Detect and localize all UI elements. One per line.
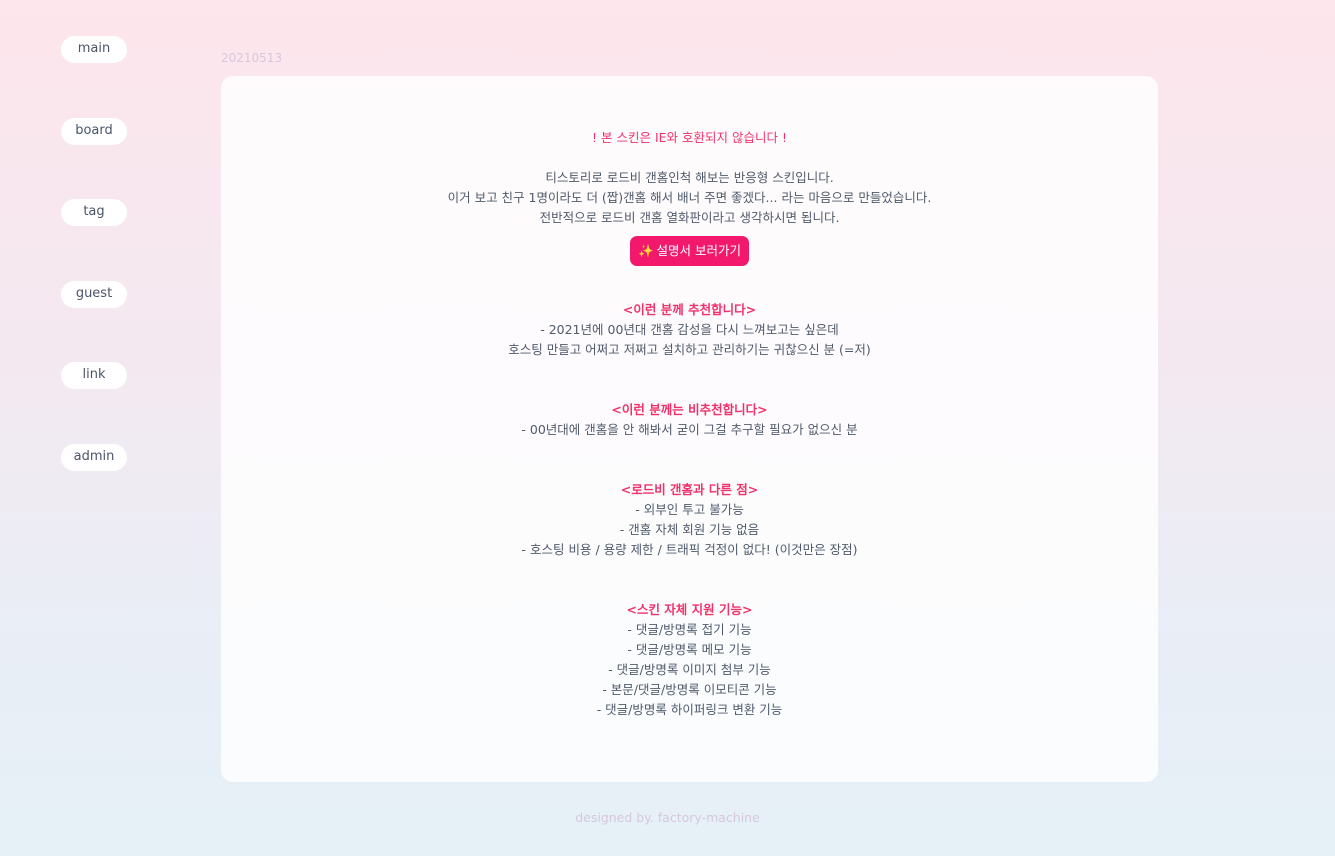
section-line: - 댓글/방명록 접기 기능 xyxy=(627,622,752,637)
section-title: <스킨 자체 지원 기능> xyxy=(626,602,753,617)
ie-warning: ! 본 스킨은 IE와 호환되지 않습니다 ! xyxy=(592,130,787,145)
section-recommend: <이런 분께 추천합니다> - 2021년에 00년대 갠홈 감성을 다시 느껴… xyxy=(221,300,1158,360)
sidebar-nav: main board tag guest link admin xyxy=(61,36,127,525)
intro-line: 전반적으로 로드비 갠홈 열화판이라고 생각하시면 됩니다. xyxy=(539,210,840,225)
section-features: <스킨 자체 지원 기능> - 댓글/방명록 접기 기능 - 댓글/방명록 메모… xyxy=(221,600,1158,720)
section-line: - 본문/댓글/방명록 이모티콘 기능 xyxy=(602,682,777,697)
nav-item-board[interactable]: board xyxy=(61,117,127,145)
section-line: - 갠홈 자체 회원 기능 없음 xyxy=(619,522,760,537)
section-not-recommend: <이런 분께는 비추천합니다> - 00년대에 갠홈을 안 해봐서 굳이 그걸 … xyxy=(221,400,1158,440)
section-line: - 호스팅 비용 / 용량 제한 / 트래픽 걱정이 없다! (이것만은 장점) xyxy=(521,542,858,557)
section-title: <이런 분께는 비추천합니다> xyxy=(611,402,768,417)
section-line: - 댓글/방명록 이미지 첨부 기능 xyxy=(608,662,771,677)
footer-credit: designed by. factory-machine xyxy=(575,810,760,825)
sparkles-icon: ✨ xyxy=(637,243,654,258)
section-line: - 00년대에 갠홈을 안 해봐서 굳이 그걸 추구할 필요가 없으신 분 xyxy=(521,422,858,437)
intro-line: 티스토리로 로드비 갠홈인척 해보는 반응형 스킨입니다. xyxy=(545,170,834,185)
section-title: <로드비 갠홈과 다른 점> xyxy=(620,482,759,497)
section-line: - 댓글/방명록 메모 기능 xyxy=(627,642,752,657)
section-line: - 2021년에 00년대 갠홈 감성을 다시 느껴보고는 싶은데 xyxy=(540,322,839,337)
manual-button-label: 설명서 보러가기 xyxy=(656,243,742,258)
section-line: 호스팅 만들고 어쩌고 저쩌고 설치하고 관리하기는 귀찮으신 분 (=저) xyxy=(508,342,871,357)
nav-item-guest[interactable]: guest xyxy=(61,280,127,308)
nav-item-admin[interactable]: admin xyxy=(61,443,127,471)
intro-line: 이거 보고 친구 1명이라도 더 (짭)갠홈 해서 배너 주면 좋겠다... 라… xyxy=(447,190,932,205)
section-line: - 외부인 투고 불가능 xyxy=(635,502,744,517)
nav-item-main[interactable]: main xyxy=(61,36,127,63)
manual-button[interactable]: ✨ 설명서 보러가기 xyxy=(629,236,750,266)
nav-item-link[interactable]: link xyxy=(61,362,127,389)
nav-item-tag[interactable]: tag xyxy=(61,199,127,226)
section-title: <이런 분께 추천합니다> xyxy=(622,302,757,317)
section-differences: <로드비 갠홈과 다른 점> - 외부인 투고 불가능 - 갠홈 자체 회원 기… xyxy=(221,480,1158,560)
post-card: ! 본 스킨은 IE와 호환되지 않습니다 ! 티스토리로 로드비 갠홈인척 해… xyxy=(221,76,1158,782)
post-date: 20210513 xyxy=(221,51,283,65)
section-line: - 댓글/방명록 하이퍼링크 변환 기능 xyxy=(596,702,783,717)
